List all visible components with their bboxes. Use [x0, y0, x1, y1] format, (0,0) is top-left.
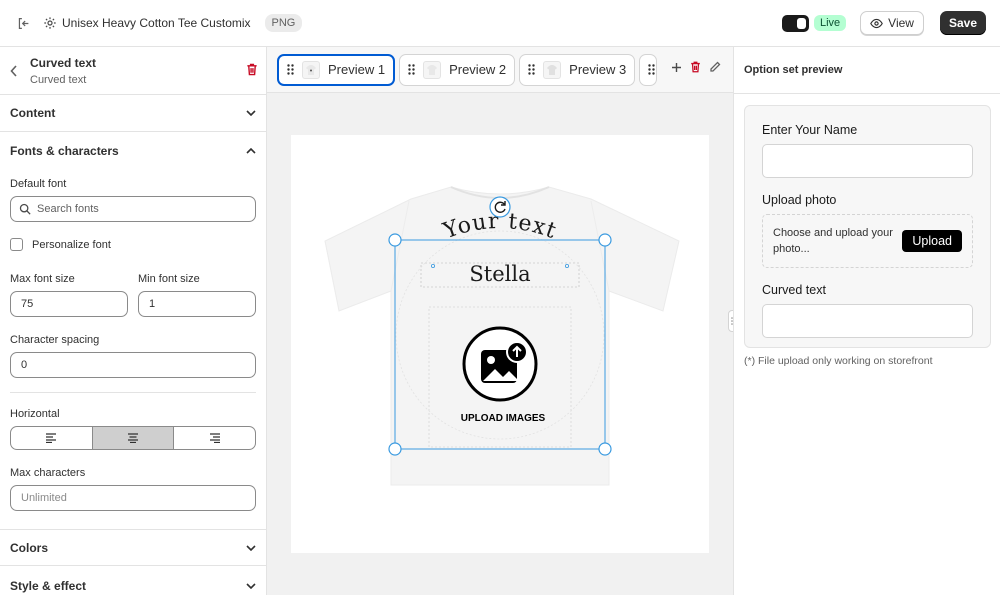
- fonts-section-body: Default font Search fonts Personalize fo…: [0, 178, 266, 511]
- section-style-label: Style & effect: [10, 578, 87, 593]
- view-label: View: [888, 16, 914, 30]
- resize-handle-top-left[interactable]: [388, 233, 402, 247]
- name-input[interactable]: [762, 144, 973, 178]
- chevron-down-icon: [246, 544, 256, 551]
- tab-label: Preview 1: [328, 62, 386, 77]
- personalize-font-checkbox[interactable]: [10, 238, 23, 251]
- drag-handle-icon[interactable]: [648, 64, 655, 75]
- tshirt-thumbnail: [543, 60, 562, 79]
- curved-text-label: Curved text: [762, 283, 826, 297]
- photo-label: Upload photo: [762, 193, 837, 207]
- delete-icon[interactable]: [246, 63, 258, 76]
- option-set-card: Enter Your Name Upload photo Choose and …: [744, 105, 991, 348]
- align-center-button[interactable]: [92, 427, 175, 449]
- section-content[interactable]: Content: [0, 95, 266, 132]
- min-font-size-input[interactable]: 1: [138, 291, 256, 317]
- design-canvas[interactable]: Your text Stella UPLOAD IMAGES: [291, 135, 709, 553]
- tshirt-thumbnail: [423, 60, 442, 79]
- min-font-size-label: Min font size: [138, 273, 200, 285]
- chevron-down-icon: [246, 582, 256, 589]
- curved-text-input[interactable]: [762, 304, 973, 338]
- name-text-element[interactable]: Stella: [469, 262, 530, 286]
- character-spacing-label: Character spacing: [10, 334, 100, 346]
- upload-image-placeholder[interactable]: [462, 326, 538, 402]
- drag-handle-icon[interactable]: [287, 64, 294, 75]
- upload-images-label: UPLOAD IMAGES: [461, 413, 546, 424]
- search-placeholder: Search fonts: [37, 203, 99, 215]
- live-badge: Live: [813, 15, 847, 31]
- resize-handle-bottom-left[interactable]: [388, 442, 402, 456]
- section-fonts-label: Fonts & characters: [10, 143, 119, 158]
- tab-preview-1[interactable]: Preview 1: [277, 53, 396, 86]
- back-chevron-icon[interactable]: [10, 64, 20, 77]
- tab-preview-3[interactable]: Preview 3: [519, 53, 636, 86]
- product-title: Unisex Heavy Cotton Tee Customix: [62, 16, 251, 30]
- top-bar: Unisex Heavy Cotton Tee Customix PNG Liv…: [0, 0, 1000, 47]
- horizontal-align-group: [10, 426, 256, 450]
- name-label: Enter Your Name: [762, 123, 858, 137]
- max-font-size-label: Max font size: [10, 273, 75, 285]
- settings-panel: Curved text Curved text Content Fonts & …: [0, 47, 267, 595]
- divider: [10, 392, 256, 393]
- default-font-label: Default font: [10, 178, 67, 190]
- file-upload-note: (*) File upload only working on storefro…: [744, 355, 933, 367]
- section-fonts[interactable]: Fonts & characters: [0, 132, 266, 169]
- eye-icon: [870, 17, 883, 30]
- max-characters-input[interactable]: Unlimited: [10, 485, 256, 511]
- tab-label: Preview 3: [569, 62, 627, 77]
- section-colors[interactable]: Colors: [0, 529, 266, 566]
- personalize-font-row[interactable]: Personalize font: [10, 238, 256, 251]
- save-button[interactable]: Save: [939, 11, 986, 35]
- panel-subtitle: Curved text: [30, 73, 87, 86]
- section-colors-label: Colors: [10, 540, 49, 555]
- max-font-size-input[interactable]: 75: [10, 291, 128, 317]
- drag-handle-icon[interactable]: [528, 64, 535, 75]
- rotate-icon[interactable]: [489, 196, 511, 218]
- edit-icon[interactable]: [709, 61, 721, 73]
- view-button[interactable]: View: [860, 11, 924, 35]
- chevron-up-icon: [246, 147, 256, 154]
- align-right-button[interactable]: [174, 427, 255, 449]
- upload-hint: Choose and upload your photo...: [773, 227, 893, 255]
- section-style-effect[interactable]: Style & effect: [0, 567, 266, 595]
- search-icon: [19, 203, 31, 215]
- resize-handle-top-right[interactable]: [598, 233, 612, 247]
- max-characters-label: Max characters: [10, 467, 86, 479]
- character-spacing-input[interactable]: 0: [10, 352, 256, 378]
- resize-handle-bottom-right[interactable]: [598, 442, 612, 456]
- format-badge: PNG: [264, 14, 303, 32]
- tab-label: Preview 2: [449, 62, 507, 77]
- upload-button[interactable]: Upload: [902, 230, 962, 252]
- option-set-title: Option set preview: [734, 47, 1000, 94]
- live-toggle[interactable]: [781, 14, 809, 32]
- preview-tabs: Preview 1 Preview 2 Preview 3: [267, 47, 733, 93]
- panel-header: Curved text Curved text: [0, 47, 266, 95]
- tab-actions: [671, 61, 721, 73]
- tshirt-thumbnail: [302, 60, 320, 79]
- panel-title: Curved text: [30, 55, 97, 70]
- align-left-button[interactable]: [11, 427, 93, 449]
- add-icon[interactable]: [671, 62, 682, 73]
- option-set-preview-panel: Option set preview Enter Your Name Uploa…: [733, 47, 1000, 595]
- tab-preview-2[interactable]: Preview 2: [399, 53, 516, 86]
- font-search-input[interactable]: Search fonts: [10, 196, 256, 222]
- horizontal-label: Horizontal: [10, 408, 60, 420]
- gear-icon[interactable]: [42, 15, 58, 31]
- top-actions: Live View Save: [781, 11, 986, 35]
- personalize-font-label: Personalize font: [32, 238, 111, 251]
- drag-handle-icon[interactable]: [408, 64, 415, 75]
- upload-dropzone[interactable]: Choose and upload your photo... Upload: [762, 214, 973, 268]
- exit-icon[interactable]: [12, 12, 34, 34]
- section-content-label: Content: [10, 106, 56, 120]
- preview-area: Preview 1 Preview 2 Preview 3 Your text …: [267, 47, 733, 595]
- tab-preview-4-partial[interactable]: [639, 53, 658, 86]
- chevron-down-icon: [246, 110, 256, 116]
- delete-icon[interactable]: [690, 61, 701, 73]
